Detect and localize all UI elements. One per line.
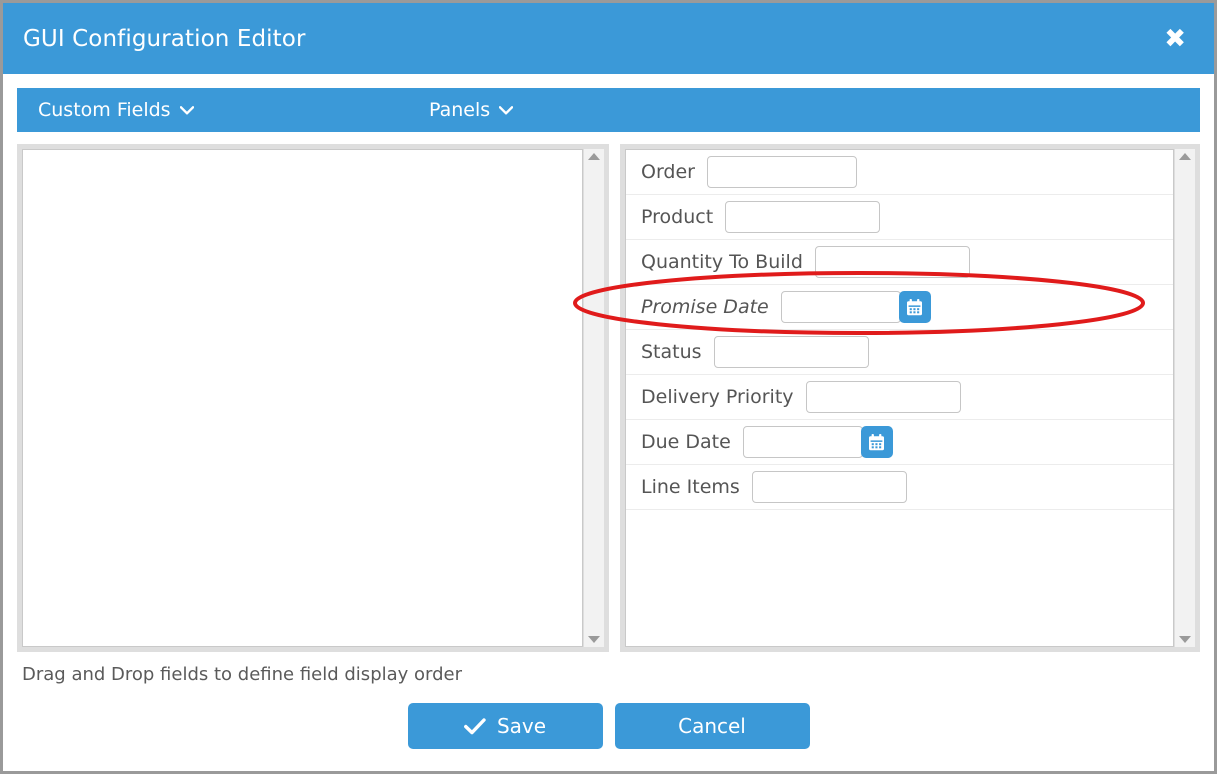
menu-custom-fields[interactable]: Custom Fields — [38, 99, 194, 121]
field-row-label: Line Items — [641, 476, 740, 498]
field-row-input-group — [742, 426, 893, 458]
chevron-down-icon — [179, 105, 194, 118]
field-row-input-group — [713, 336, 869, 368]
menu-panels[interactable]: Panels — [429, 99, 514, 121]
scroll-down-arrow-icon[interactable] — [1179, 636, 1191, 643]
configured-fields-list-container: Order Product Quantity To Build Promise Dat… — [625, 149, 1174, 647]
available-fields-dropzone[interactable] — [22, 149, 583, 647]
field-row-input[interactable] — [814, 246, 970, 278]
available-fields-panel — [17, 144, 609, 652]
field-row-label: Due Date — [641, 431, 731, 453]
toolbar-wrapper: Custom Fields Panels — [3, 88, 1214, 132]
field-row-input[interactable] — [780, 291, 901, 323]
field-row-input[interactable] — [751, 471, 907, 503]
menu-toolbar: Custom Fields Panels — [17, 88, 1200, 132]
field-row-input-group — [725, 201, 881, 233]
available-fields-scrollbar[interactable] — [583, 149, 604, 647]
field-row[interactable]: Delivery Priority — [626, 375, 1173, 420]
window-title: GUI Configuration Editor — [23, 25, 306, 52]
drag-drop-hint: Drag and Drop fields to define field dis… — [22, 664, 463, 685]
field-row-label: Promise Date — [641, 296, 769, 318]
gui-configuration-editor-window: GUI Configuration Editor ✖ Custom Fields… — [0, 0, 1217, 774]
configured-fields-list: Order Product Quantity To Build Promise Dat… — [626, 150, 1173, 510]
field-row-input[interactable] — [713, 336, 869, 368]
chevron-down-icon — [498, 105, 514, 118]
window-titlebar: GUI Configuration Editor ✖ — [3, 3, 1214, 74]
field-row-input-group — [780, 291, 931, 323]
save-button-label: Save — [496, 714, 547, 738]
field-row[interactable]: Due Date — [626, 420, 1173, 465]
field-row-input[interactable] — [725, 201, 881, 233]
field-row[interactable]: Product — [626, 195, 1173, 240]
cancel-button[interactable]: Cancel — [614, 703, 810, 749]
calendar-icon[interactable] — [898, 291, 931, 323]
configured-fields-panel: Order Product Quantity To Build Promise Dat… — [620, 144, 1200, 652]
field-row-label: Status — [641, 341, 702, 363]
field-row-input[interactable] — [742, 426, 863, 458]
field-row-input[interactable] — [707, 156, 857, 188]
scroll-up-arrow-icon[interactable] — [1179, 153, 1191, 160]
menu-panels-label: Panels — [429, 99, 491, 121]
check-icon — [464, 717, 486, 735]
cancel-button-label: Cancel — [678, 714, 746, 738]
close-icon[interactable]: ✖ — [1158, 22, 1192, 56]
dialog-action-buttons: Save Cancel — [17, 685, 1200, 771]
field-row-input[interactable] — [805, 381, 961, 413]
field-row[interactable]: Order — [626, 150, 1173, 195]
scroll-up-arrow-icon[interactable] — [588, 153, 600, 160]
field-row[interactable]: Line Items — [626, 465, 1173, 510]
field-row[interactable]: Status — [626, 330, 1173, 375]
field-row-label: Product — [641, 206, 714, 228]
field-row-input-group — [707, 156, 857, 188]
configured-fields-scrollbar[interactable] — [1174, 149, 1195, 647]
titlebar-spacer — [3, 74, 1214, 88]
calendar-icon[interactable] — [860, 426, 893, 458]
scroll-down-arrow-icon[interactable] — [588, 636, 600, 643]
field-row[interactable]: Quantity To Build — [626, 240, 1173, 285]
save-button[interactable]: Save — [407, 703, 603, 749]
menu-custom-fields-label: Custom Fields — [38, 99, 171, 121]
field-row[interactable]: Promise Date — [626, 285, 1173, 330]
field-row-label: Delivery Priority — [641, 386, 794, 408]
field-row-input-group — [814, 246, 970, 278]
field-row-label: Quantity To Build — [641, 251, 803, 273]
field-row-input-group — [751, 471, 907, 503]
panels-area: Order Product Quantity To Build Promise Dat… — [3, 132, 1214, 652]
field-row-label: Order — [641, 161, 695, 183]
field-row-input-group — [805, 381, 961, 413]
dialog-footer: Drag and Drop fields to define field dis… — [3, 652, 1214, 771]
